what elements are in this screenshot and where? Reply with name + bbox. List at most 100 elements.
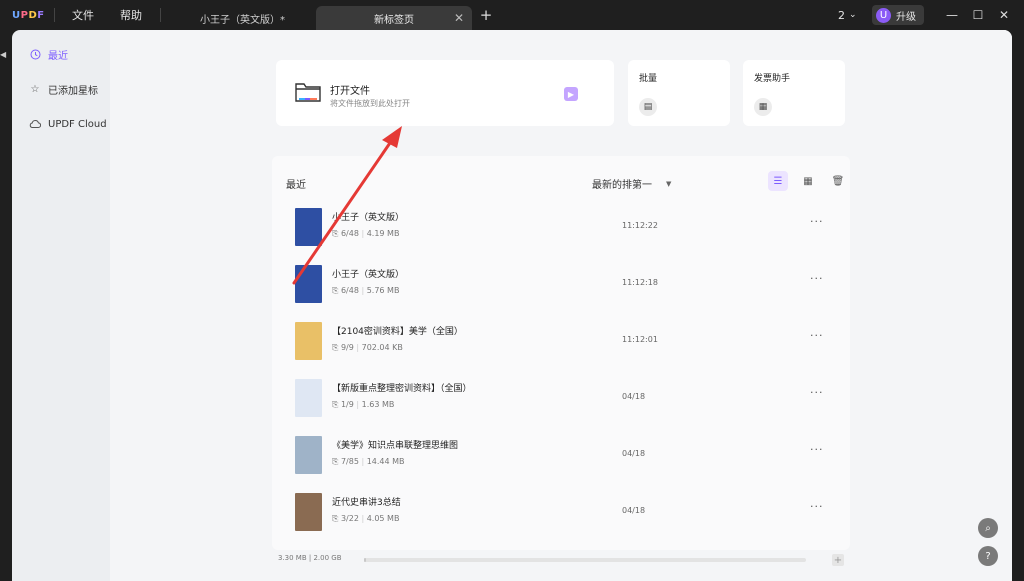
batch-title: 批量 bbox=[639, 74, 658, 84]
close-window-icon[interactable]: ✕ bbox=[994, 0, 1014, 30]
file-pages: 1/9 bbox=[340, 400, 354, 409]
tab-document[interactable]: 小王子（英文版）* bbox=[188, 6, 324, 30]
list-item[interactable]: 小王子（英文版） ⎘ 6/48 | 5.76 MB 11:12:18 ··· bbox=[280, 258, 842, 315]
logo-letter: P bbox=[20, 9, 29, 21]
star-icon: ☆ bbox=[30, 83, 40, 95]
pages-icon: ⎘ bbox=[332, 400, 341, 409]
sort-dropdown[interactable]: 最新的排第一 ▼ bbox=[592, 176, 672, 192]
more-options-icon[interactable]: ··· bbox=[810, 386, 824, 399]
pages-icon: ⎘ bbox=[332, 457, 341, 466]
minimize-icon[interactable]: — bbox=[942, 0, 962, 30]
file-thumbnail bbox=[295, 493, 322, 531]
file-thumbnail bbox=[295, 208, 322, 246]
meta-divider: | bbox=[358, 514, 367, 523]
list-item[interactable]: 《美学》知识点串联整理思维图 ⎘ 7/85 | 14.44 MB 04/18 ··· bbox=[280, 429, 842, 486]
open-file-subtitle: 将文件拖放到此处打开 bbox=[330, 99, 410, 108]
meta-divider: | bbox=[358, 286, 367, 295]
folder-icon bbox=[295, 83, 321, 102]
file-meta: ⎘ 3/22 | 4.05 MB bbox=[332, 514, 399, 524]
batch-icon: ▤ bbox=[639, 98, 657, 116]
list-item[interactable]: 【新版重点整理密训资料】（全国） ⎘ 1/9 | 1.63 MB 04/18 ··· bbox=[280, 372, 842, 429]
avatar: U bbox=[876, 7, 891, 23]
file-time: 11:12:01 bbox=[622, 335, 658, 344]
file-meta: ⎘ 6/48 | 4.19 MB bbox=[332, 229, 399, 239]
tab-new-tab[interactable]: 新标签页 ✕ bbox=[316, 6, 472, 30]
divider bbox=[160, 8, 161, 22]
file-time: 11:12:18 bbox=[622, 278, 658, 287]
maximize-icon[interactable]: ☐ bbox=[968, 0, 988, 30]
upgrade-label: 升级 bbox=[896, 11, 916, 23]
meta-divider: | bbox=[358, 457, 367, 466]
file-name: 【新版重点整理密训资料】（全国） bbox=[332, 384, 472, 394]
sidebar-item-recent[interactable]: 最近 bbox=[22, 42, 110, 66]
arrow-right-icon[interactable]: ▶ bbox=[564, 87, 578, 101]
divider bbox=[54, 8, 55, 22]
list-item[interactable]: 小王子（英文版） ⎘ 6/48 | 4.19 MB 11:12:22 ··· bbox=[280, 201, 842, 258]
upgrade-button[interactable]: U 升级 bbox=[872, 5, 924, 25]
logo-letter: F bbox=[37, 9, 45, 21]
meta-divider: | bbox=[353, 400, 362, 409]
tab-label: 新标签页 bbox=[374, 14, 414, 26]
pages-icon: ⎘ bbox=[332, 286, 341, 295]
window-counter[interactable]: 2 ⌄ bbox=[838, 0, 857, 30]
file-pages: 9/9 bbox=[340, 343, 354, 352]
logo-letter: U bbox=[12, 9, 21, 21]
search-icon[interactable]: ⌕ bbox=[978, 518, 998, 538]
file-size: 5.76 MB bbox=[366, 286, 400, 295]
grid-view-icon[interactable]: ▦ bbox=[798, 171, 818, 191]
file-thumbnail bbox=[295, 265, 322, 303]
file-meta: ⎘ 7/85 | 14.44 MB bbox=[332, 457, 405, 467]
file-name: 近代史串讲3总结 bbox=[332, 498, 401, 508]
sidebar-item-cloud[interactable]: UPDF Cloud bbox=[22, 112, 110, 136]
file-name: 《美学》知识点串联整理思维图 bbox=[332, 441, 459, 451]
menu-help[interactable]: 帮助 bbox=[120, 0, 142, 30]
menu-file[interactable]: 文件 bbox=[72, 0, 94, 30]
recent-title: 最近 bbox=[286, 180, 306, 191]
chevron-down-icon: ⌄ bbox=[849, 10, 857, 20]
recent-files-panel: 最近 最新的排第一 ▼ ☰ ▦ 🗑 小王子（英文版） ⎘ 6/48 | 4.19 … bbox=[272, 156, 850, 550]
file-time: 04/18 bbox=[622, 506, 646, 515]
batch-card[interactable]: 批量 ▤ bbox=[628, 60, 730, 126]
file-time: 04/18 bbox=[622, 392, 646, 401]
storage-progress-bar bbox=[364, 558, 806, 562]
storage-progress-fill bbox=[364, 558, 367, 562]
pages-icon: ⎘ bbox=[332, 343, 341, 352]
file-pages: 6/48 bbox=[340, 229, 359, 238]
file-pages: 6/48 bbox=[340, 286, 359, 295]
file-time: 04/18 bbox=[622, 449, 646, 458]
more-options-icon[interactable]: ··· bbox=[810, 215, 824, 228]
collapse-sidebar-icon[interactable]: ◀ bbox=[0, 50, 8, 64]
open-file-card[interactable]: 打开文件 将文件拖放到此处打开 ▶ bbox=[276, 60, 614, 126]
more-options-icon[interactable]: ··· bbox=[810, 443, 824, 456]
open-file-title: 打开文件 bbox=[330, 86, 370, 97]
close-tab-icon[interactable]: ✕ bbox=[454, 11, 464, 25]
list-view-icon[interactable]: ☰ bbox=[768, 171, 788, 191]
file-thumbnail bbox=[295, 322, 322, 360]
pages-icon: ⎘ bbox=[332, 229, 341, 238]
file-meta: ⎘ 6/48 | 5.76 MB bbox=[332, 286, 399, 296]
tab-label: 小王子（英文版）* bbox=[200, 14, 285, 26]
file-size: 4.19 MB bbox=[366, 229, 400, 238]
add-icon[interactable]: + bbox=[832, 554, 844, 566]
counter-value: 2 bbox=[838, 8, 845, 22]
caret-down-icon: ▼ bbox=[666, 179, 672, 188]
file-thumbnail bbox=[295, 436, 322, 474]
more-options-icon[interactable]: ··· bbox=[810, 500, 824, 513]
list-item[interactable]: 近代史串讲3总结 ⎘ 3/22 | 4.05 MB 04/18 ··· bbox=[280, 486, 842, 543]
sort-label: 最新的排第一 bbox=[592, 180, 652, 191]
more-options-icon[interactable]: ··· bbox=[810, 272, 824, 285]
trash-icon[interactable]: 🗑 bbox=[828, 171, 848, 191]
help-icon[interactable]: ? bbox=[978, 546, 998, 566]
main-window: ◀ 最近 ☆ 已添加星标 UPDF Cloud 打开文件 将文件拖放到此处打开 … bbox=[0, 30, 1012, 581]
clock-icon bbox=[28, 47, 42, 61]
invoice-assistant-card[interactable]: 发票助手 ▦ bbox=[743, 60, 845, 126]
list-item[interactable]: 【2104密训资料】美学（全国） ⎘ 9/9 | 702.04 KB 11:12:0… bbox=[280, 315, 842, 372]
file-pages: 7/85 bbox=[340, 457, 359, 466]
sidebar-item-starred[interactable]: ☆ 已添加星标 bbox=[22, 77, 110, 101]
more-options-icon[interactable]: ··· bbox=[810, 329, 824, 342]
updf-logo: UPDF bbox=[12, 0, 45, 30]
file-size: 1.63 MB bbox=[361, 400, 395, 409]
cloud-icon bbox=[28, 117, 42, 131]
file-meta: ⎘ 1/9 | 1.63 MB bbox=[332, 400, 394, 410]
new-tab-icon[interactable]: + bbox=[476, 0, 496, 30]
